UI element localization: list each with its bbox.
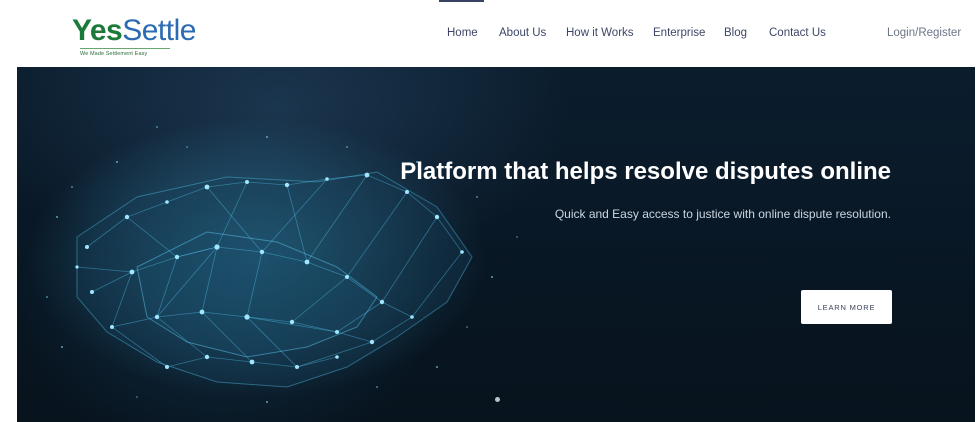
site-header: YesSettle We Made Settlement Easy Home A…: [0, 0, 978, 67]
carousel-dot[interactable]: [495, 397, 500, 402]
nav-home[interactable]: Home: [447, 27, 478, 39]
logo-tagline: We Made Settlement Easy: [80, 51, 148, 57]
logo-yes-text: Yes: [72, 14, 123, 47]
learn-more-button[interactable]: LEARN MORE: [801, 290, 892, 324]
nav-about-us[interactable]: About Us: [499, 27, 546, 39]
nav-blog[interactable]: Blog: [724, 27, 747, 39]
logo-underline: [80, 48, 170, 49]
logo-wordmark: YesSettle: [72, 14, 196, 48]
nav-how-it-works[interactable]: How it Works: [566, 27, 634, 39]
handshake-network-icon: [27, 117, 518, 403]
nav-enterprise[interactable]: Enterprise: [653, 27, 705, 39]
nav-active-indicator: [439, 0, 484, 2]
hero-subtitle: Quick and Easy access to justice with on…: [554, 207, 891, 221]
hero-banner: Platform that helps resolve disputes onl…: [17, 67, 975, 422]
yessettle-logo[interactable]: YesSettle We Made Settlement Easy: [72, 12, 196, 62]
hero-title: Platform that helps resolve disputes onl…: [400, 158, 891, 185]
login-register-link[interactable]: Login/Register: [887, 27, 961, 39]
nav-contact-us[interactable]: Contact Us: [769, 27, 826, 39]
logo-settle-text: Settle: [122, 14, 196, 47]
